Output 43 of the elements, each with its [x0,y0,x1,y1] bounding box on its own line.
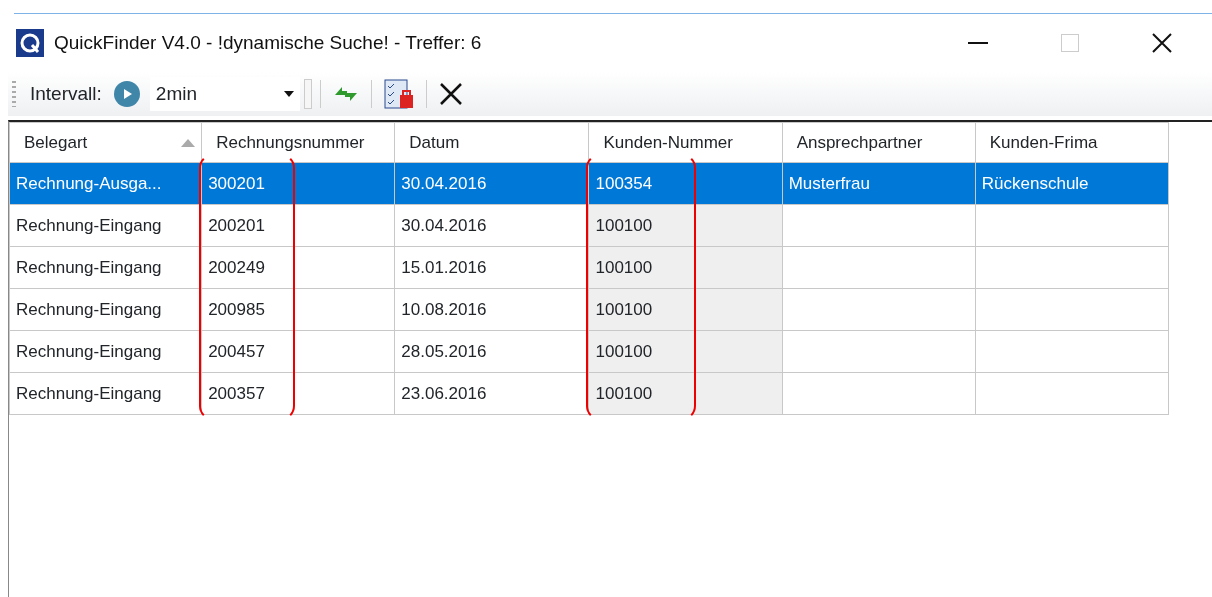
table-cell: Rechnung-Eingang [9,246,202,289]
checklist-lock-icon [383,79,414,109]
table-cell: 100100 [588,204,783,247]
app-logo-icon [16,29,44,57]
close-icon [1152,33,1172,53]
table-cell: 100100 [588,246,783,289]
table-cell: Rechnung-Eingang [9,204,202,247]
maximize-icon [1061,34,1079,52]
interval-dropdown[interactable]: 2min [149,77,300,111]
table-cell: 200457 [201,330,395,373]
table-cell: 100100 [588,372,783,415]
column-header[interactable]: Kunden-Frima [975,122,1169,163]
table-cell: 200249 [201,246,395,289]
minimize-icon [968,42,988,44]
interval-label: Intervall: [30,81,102,106]
table-cell: 23.06.2016 [394,372,589,415]
table-cell: Rechnung-Eingang [9,288,202,331]
dropdown-caret-icon [283,91,294,97]
column-header[interactable]: Kunden-Nummer [588,122,783,163]
table-cell: 100100 [588,330,783,373]
table-cell: Musterfrau [782,162,976,205]
toolbar-handle-icon [303,79,312,109]
table-cell: Rückenschule [975,162,1169,205]
table-cell: 300201 [201,162,395,205]
table-cell: 200985 [201,288,395,331]
table-cell: 200201 [201,204,395,247]
close-icon [438,82,463,106]
table-cell: Rechnung-Ausga... [9,162,202,205]
table-cell: 100100 [588,288,783,331]
table-cell: 30.04.2016 [394,162,589,205]
table-cell: Rechnung-Eingang [9,372,202,415]
table-cell: Rechnung-Eingang [9,330,202,373]
column-header[interactable]: Datum [394,122,589,163]
window-title: QuickFinder V4.0 - !dynamische Suche! - Treffer: 6 [54,30,482,55]
column-header[interactable]: Belegart [9,122,202,163]
column-header[interactable]: Ansprechpartner [782,122,976,163]
play-icon [113,81,140,107]
table-cell: 28.05.2016 [394,330,589,373]
table-cell: 100354 [588,162,783,205]
column-header[interactable]: Rechnungsnummer [201,122,395,163]
table-cell: 30.04.2016 [394,204,589,247]
table-cell: 10.08.2016 [394,288,589,331]
table-cell: 15.01.2016 [394,246,589,289]
